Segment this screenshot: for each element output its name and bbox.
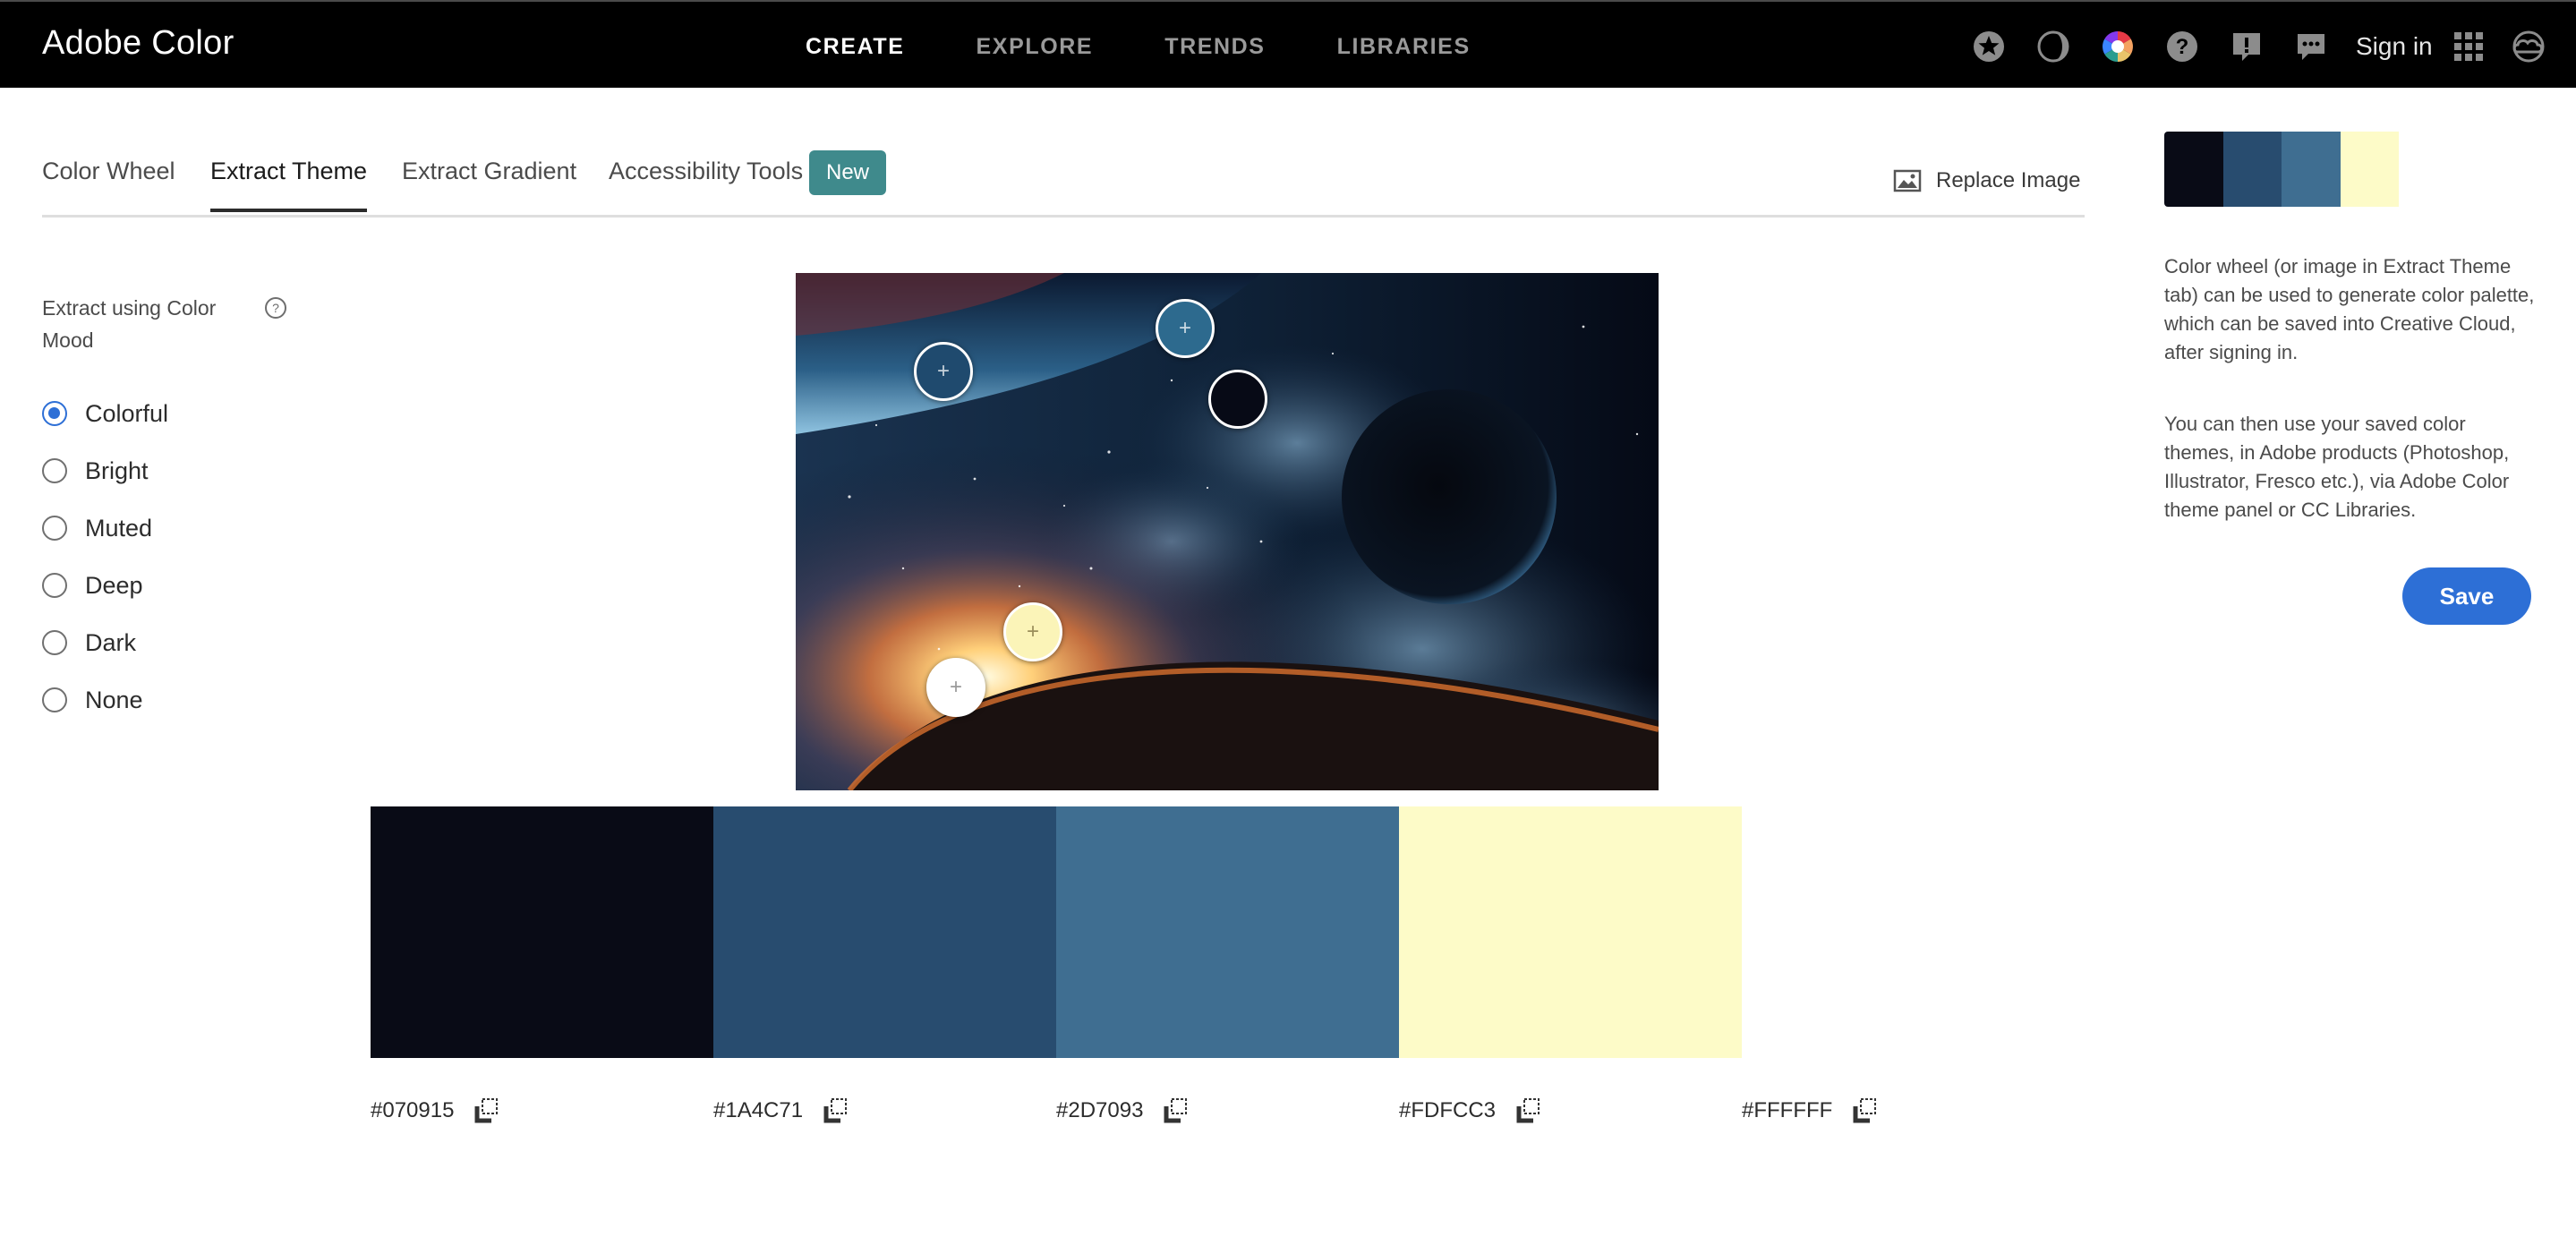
feedback-icon[interactable]	[2295, 30, 2327, 63]
hex-value-2: #1A4C71	[713, 1097, 849, 1124]
color-wheel-icon[interactable]	[2102, 30, 2134, 63]
mood-label: Bright	[85, 456, 149, 484]
svg-text:?: ?	[2176, 35, 2189, 59]
theme-preview-swatch	[2399, 132, 2458, 207]
source-image[interactable]: + + + +	[796, 273, 1659, 790]
adobe-color-logo[interactable]: Adobe Color	[42, 24, 235, 63]
color-mood-options: Colorful Bright Muted Deep Dark None	[42, 385, 168, 729]
copy-icon[interactable]	[1852, 1097, 1879, 1124]
color-mood-title: Extract using Color Mood	[42, 296, 217, 352]
color-swatch-5[interactable]	[1742, 806, 2085, 1058]
tab-extract-theme[interactable]: Extract Theme	[210, 158, 368, 212]
mood-label: Colorful	[85, 399, 169, 427]
color-swatch-1[interactable]	[371, 806, 713, 1058]
tab-accessibility-tools[interactable]: Accessibility Tools	[609, 158, 803, 209]
tab-divider	[42, 215, 2085, 218]
replace-image-button[interactable]: Replace Image	[1893, 168, 2080, 193]
color-picker-handle[interactable]: +	[926, 658, 985, 717]
hex-value-5: #FFFFFF	[1742, 1097, 1879, 1124]
hex-value-4: #FDFCC3	[1399, 1097, 1542, 1124]
hex-code[interactable]: #2D7093	[1056, 1098, 1143, 1123]
mood-option-colorful[interactable]: Colorful	[42, 385, 168, 442]
sign-in-link[interactable]: Sign in	[2356, 32, 2433, 61]
color-picker-handle[interactable]	[1208, 370, 1267, 429]
radio-button[interactable]	[42, 573, 67, 598]
alert-icon[interactable]	[2231, 30, 2263, 63]
hex-code[interactable]: #1A4C71	[713, 1098, 803, 1123]
tab-extract-gradient[interactable]: Extract Gradient	[402, 158, 576, 209]
nav-trends[interactable]: TRENDS	[1164, 34, 1265, 61]
color-swatch-2[interactable]	[713, 806, 1056, 1058]
theme-preview-swatch	[2282, 132, 2341, 207]
radio-button[interactable]	[42, 401, 67, 426]
nav-libraries[interactable]: LIBRARIES	[1337, 34, 1471, 61]
new-badge: New	[809, 150, 886, 195]
help-icon[interactable]: ?	[2166, 30, 2198, 63]
color-picker-handle[interactable]: +	[1156, 299, 1215, 358]
color-swatch-4[interactable]	[1399, 806, 1742, 1058]
top-bar: Adobe Color CREATE EXPLORE TRENDS LIBRAR…	[0, 0, 2576, 88]
radio-button[interactable]	[42, 630, 67, 655]
radio-button[interactable]	[42, 687, 67, 712]
apps-grid-icon[interactable]	[2452, 30, 2485, 63]
mood-option-deep[interactable]: Deep	[42, 557, 168, 614]
info-paragraph-1: Color wheel (or image in Extract Theme t…	[2164, 255, 2535, 363]
mood-label: Dark	[85, 628, 137, 656]
help-circle-icon[interactable]: ?	[264, 296, 287, 320]
star-icon[interactable]	[1973, 30, 2005, 63]
radio-button[interactable]	[42, 516, 67, 541]
tab-color-wheel[interactable]: Color Wheel	[42, 158, 175, 209]
hex-code[interactable]: #FFFFFF	[1742, 1098, 1832, 1123]
image-icon	[1893, 169, 1922, 192]
hex-code[interactable]: #FDFCC3	[1399, 1098, 1496, 1123]
mood-option-muted[interactable]: Muted	[42, 499, 168, 557]
color-picker-handle[interactable]: +	[1003, 602, 1062, 661]
copy-icon[interactable]	[1515, 1097, 1542, 1124]
color-picker-handle[interactable]: +	[914, 342, 973, 401]
mood-option-dark[interactable]: Dark	[42, 614, 168, 671]
theme-preview-swatch	[2164, 132, 2223, 207]
save-button[interactable]: Save	[2402, 567, 2531, 625]
radio-button[interactable]	[42, 458, 67, 483]
copy-icon[interactable]	[473, 1097, 500, 1124]
contrast-icon[interactable]	[2037, 30, 2069, 63]
mood-label: Muted	[85, 514, 153, 542]
mood-label: None	[85, 686, 143, 713]
replace-image-label: Replace Image	[1936, 168, 2081, 192]
hex-value-1: #070915	[371, 1097, 500, 1124]
theme-preview[interactable]	[2164, 132, 2458, 207]
theme-preview-swatch	[2222, 132, 2282, 207]
creative-cloud-icon[interactable]	[2506, 30, 2551, 63]
nav-explore[interactable]: EXPLORE	[977, 34, 1094, 61]
svg-text:?: ?	[272, 301, 279, 315]
hex-value-3: #2D7093	[1056, 1097, 1190, 1124]
mood-option-none[interactable]: None	[42, 671, 168, 729]
main-nav: CREATE EXPLORE TRENDS LIBRARIES	[806, 34, 1542, 61]
hex-code[interactable]: #070915	[371, 1098, 454, 1123]
color-swatch-3[interactable]	[1056, 806, 1399, 1058]
copy-icon[interactable]	[823, 1097, 849, 1124]
nav-create[interactable]: CREATE	[806, 34, 905, 61]
info-paragraph-2: You can then use your saved color themes…	[2164, 413, 2510, 521]
copy-icon[interactable]	[1163, 1097, 1190, 1124]
mood-option-bright[interactable]: Bright	[42, 442, 168, 499]
theme-preview-swatch	[2340, 132, 2400, 207]
mood-label: Deep	[85, 571, 143, 599]
